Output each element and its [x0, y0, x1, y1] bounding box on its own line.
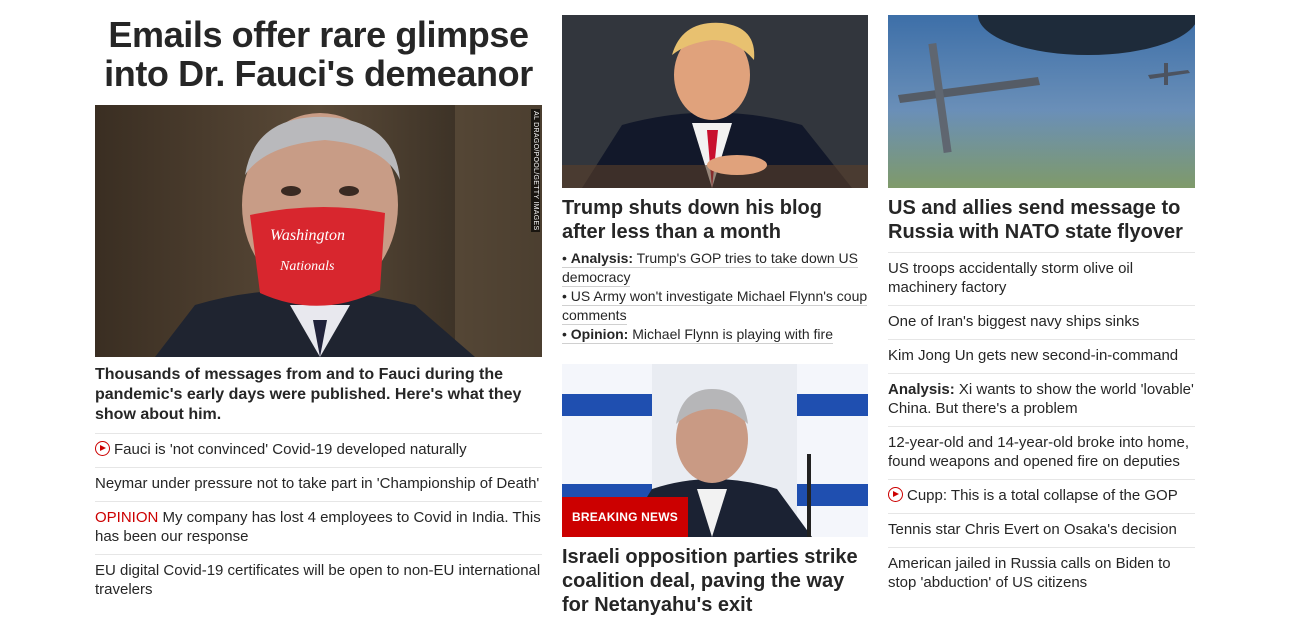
- trump-photo[interactable]: [562, 15, 868, 188]
- svg-text:Washington: Washington: [270, 227, 345, 244]
- story-title-israel[interactable]: Israeli opposition parties strike coalit…: [562, 545, 868, 617]
- bullet: •: [562, 326, 571, 342]
- list-item-text: My company has lost 4 employees to Covid…: [95, 509, 541, 545]
- right-headline-list: US troops accidentally storm olive oil m…: [888, 252, 1195, 600]
- bullet: •: [562, 288, 571, 304]
- list-item-text: Kim Jong Un gets new second-in-command: [888, 347, 1179, 364]
- list-item[interactable]: EU digital Covid-19 certificates will be…: [95, 554, 542, 607]
- play-icon: [888, 487, 903, 502]
- list-item[interactable]: One of Iran's biggest navy ships sinks: [888, 305, 1195, 339]
- list-item[interactable]: Tennis star Chris Evert on Osaka's decis…: [888, 513, 1195, 547]
- breaking-news-badge: BREAKING NEWS: [562, 497, 688, 537]
- list-item-text: Neymar under pressure not to take part i…: [95, 475, 540, 492]
- svg-text:Nationals: Nationals: [279, 259, 335, 274]
- list-item[interactable]: American jailed in Russia calls on Biden…: [888, 547, 1195, 600]
- list-item[interactable]: Analysis: Xi wants to show the world 'lo…: [888, 373, 1195, 426]
- list-item[interactable]: Kim Jong Un gets new second-in-command: [888, 339, 1195, 373]
- image-credit: AL DRAGO/POOL/GETTY IMAGES: [531, 109, 540, 233]
- list-item[interactable]: 12-year-old and 14-year-old broke into h…: [888, 426, 1195, 479]
- related-link-text: US Army won't investigate Michael Flynn'…: [562, 288, 868, 323]
- bullet: •: [562, 250, 571, 266]
- fauci-photo[interactable]: Washington Nationals AL DRAGO/POOL/GETTY…: [95, 105, 542, 357]
- lead-story: Emails offer rare glimpse into Dr. Fauci…: [95, 0, 542, 607]
- list-item-text: US troops accidentally storm olive oil m…: [888, 260, 1134, 296]
- related-link[interactable]: • Opinion: Michael Flynn is playing with…: [562, 325, 868, 344]
- opinion-label: OPINION: [95, 509, 159, 526]
- list-item-text: Fauci is 'not convinced' Covid-19 develo…: [114, 441, 467, 458]
- lead-related-list: Fauci is 'not convinced' Covid-19 develo…: [95, 433, 542, 607]
- list-item-text: American jailed in Russia calls on Biden…: [888, 555, 1171, 591]
- list-item-text: 12-year-old and 14-year-old broke into h…: [888, 434, 1190, 470]
- lead-headline[interactable]: Emails offer rare glimpse into Dr. Fauci…: [95, 15, 542, 93]
- list-item-text: Tennis star Chris Evert on Osaka's decis…: [888, 521, 1177, 538]
- related-link-text: Michael Flynn is playing with fire: [628, 326, 833, 342]
- right-column: US and allies send message to Russia wit…: [888, 0, 1195, 600]
- list-item[interactable]: Cupp: This is a total collapse of the GO…: [888, 479, 1195, 513]
- list-item[interactable]: Neymar under pressure not to take part i…: [95, 467, 542, 501]
- netanyahu-photo[interactable]: BREAKING NEWS: [562, 364, 868, 537]
- list-item-text: One of Iran's biggest navy ships sinks: [888, 313, 1140, 330]
- related-link[interactable]: • US Army won't investigate Michael Flyn…: [562, 287, 868, 325]
- list-item[interactable]: OPINION My company has lost 4 employees …: [95, 501, 542, 554]
- list-item-text: EU digital Covid-19 certificates will be…: [95, 562, 541, 598]
- lead-description[interactable]: Thousands of messages from and to Fauci …: [95, 365, 542, 425]
- list-item-text: Cupp: This is a total collapse of the GO…: [907, 487, 1178, 504]
- list-item[interactable]: Fauci is 'not convinced' Covid-19 develo…: [95, 433, 542, 467]
- related-link[interactable]: • Analysis: Trump's GOP tries to take do…: [562, 249, 868, 287]
- opinion-label: Opinion:: [570, 326, 629, 342]
- story-title-nato[interactable]: US and allies send message to Russia wit…: [888, 196, 1195, 244]
- story-title-trump[interactable]: Trump shuts down his blog after less tha…: [562, 196, 868, 244]
- play-icon: [95, 441, 110, 456]
- analysis-label: Analysis:: [888, 381, 955, 398]
- trump-related-links: • Analysis: Trump's GOP tries to take do…: [562, 249, 868, 344]
- nato-flyover-photo[interactable]: [888, 15, 1195, 188]
- list-item[interactable]: US troops accidentally storm olive oil m…: [888, 252, 1195, 305]
- analysis-label: Analysis:: [570, 250, 634, 266]
- middle-column: Trump shuts down his blog after less tha…: [562, 0, 868, 617]
